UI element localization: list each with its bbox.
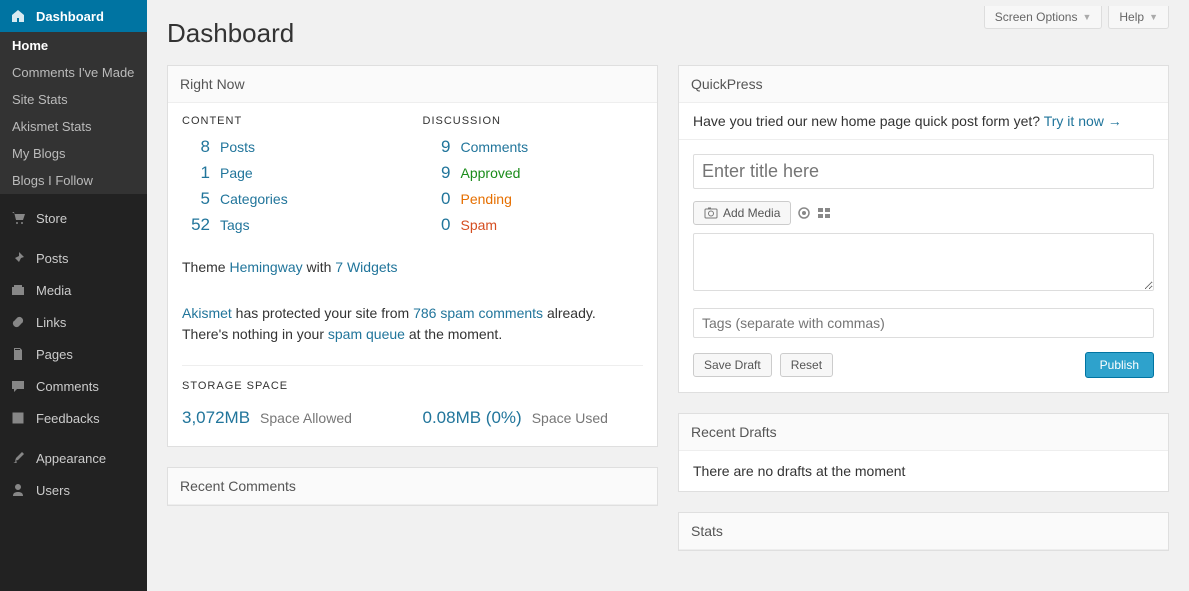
stat-posts[interactable]: 8Posts: [182, 137, 403, 157]
sidebar-sub-comments-made[interactable]: Comments I've Made: [0, 59, 147, 86]
add-media-button[interactable]: Add Media: [693, 201, 791, 225]
try-it-now-link[interactable]: Try it now →: [1044, 113, 1122, 129]
quickpress-box: QuickPress Have you tried our new home p…: [678, 65, 1169, 393]
pin-icon: [10, 250, 30, 266]
sidebar-item-links[interactable]: Links: [0, 306, 147, 338]
admin-sidebar: Dashboard Home Comments I've Made Site S…: [0, 0, 147, 591]
sidebar-item-dashboard[interactable]: Dashboard: [0, 0, 147, 32]
page-icon: [10, 346, 30, 362]
sidebar-item-appearance[interactable]: Appearance: [0, 442, 147, 474]
theme-link[interactable]: Hemingway: [229, 259, 302, 275]
recent-comments-box: Recent Comments: [167, 467, 658, 506]
sidebar-sub-my-blogs[interactable]: My Blogs: [0, 140, 147, 167]
sidebar-sub-akismet-stats[interactable]: Akismet Stats: [0, 113, 147, 140]
brush-icon: [10, 450, 30, 466]
sidebar-sub-blogs-follow[interactable]: Blogs I Follow: [0, 167, 147, 194]
sidebar-item-feedbacks[interactable]: Feedbacks: [0, 402, 147, 434]
sidebar-label: Users: [36, 483, 70, 498]
right-now-heading: Right Now: [168, 66, 657, 103]
sidebar-label: Links: [36, 315, 66, 330]
sidebar-label: Appearance: [36, 451, 106, 466]
theme-line: Theme Hemingway with 7 Widgets: [182, 259, 643, 275]
stats-box: Stats: [678, 512, 1169, 551]
sidebar-label: Feedbacks: [36, 411, 100, 426]
sidebar-item-posts[interactable]: Posts: [0, 242, 147, 274]
stat-categories[interactable]: 5Categories: [182, 189, 403, 209]
storage-heading: STORAGE SPACE: [182, 380, 643, 392]
akismet-summary: Akismet has protected your site from 786…: [182, 303, 643, 345]
stat-approved[interactable]: 9Approved: [423, 163, 644, 183]
chevron-down-icon: ▼: [1149, 12, 1158, 22]
stats-heading: Stats: [679, 513, 1168, 550]
stat-comments[interactable]: 9Comments: [423, 137, 644, 157]
sidebar-sub-site-stats[interactable]: Site Stats: [0, 86, 147, 113]
sidebar-label: Media: [36, 283, 71, 298]
link-icon: [10, 314, 30, 330]
sidebar-label: Pages: [36, 347, 73, 362]
quickpress-heading: QuickPress: [679, 66, 1168, 103]
screen-options-label: Screen Options: [995, 10, 1078, 24]
sidebar-label: Dashboard: [36, 9, 104, 24]
cart-icon: [10, 210, 30, 226]
sidebar-label: Store: [36, 211, 67, 226]
sidebar-item-users[interactable]: Users: [0, 474, 147, 506]
spam-queue-link[interactable]: spam queue: [328, 326, 405, 342]
recent-drafts-empty: There are no drafts at the moment: [679, 451, 1168, 491]
screen-options-button[interactable]: Screen Options ▼: [984, 6, 1103, 29]
reset-button[interactable]: Reset: [780, 353, 833, 377]
comment-icon: [10, 378, 30, 394]
sidebar-submenu: Home Comments I've Made Site Stats Akism…: [0, 32, 147, 194]
stat-page[interactable]: 1Page: [182, 163, 403, 183]
sidebar-label: Comments: [36, 379, 99, 394]
sidebar-item-store[interactable]: Store: [0, 202, 147, 234]
right-now-box: Right Now CONTENT 8Posts 1Page 5Categori…: [167, 65, 658, 447]
quickpress-tags-input[interactable]: [693, 308, 1154, 338]
circle-icon[interactable]: [797, 206, 811, 220]
save-draft-button[interactable]: Save Draft: [693, 353, 772, 377]
sidebar-label: Posts: [36, 251, 69, 266]
user-icon: [10, 482, 30, 498]
akismet-link[interactable]: Akismet: [182, 305, 232, 321]
discussion-heading: DISCUSSION: [423, 115, 644, 127]
sidebar-item-media[interactable]: Media: [0, 274, 147, 306]
storage-used: 0.08MB (0%) Space Used: [423, 408, 644, 428]
help-button[interactable]: Help ▼: [1108, 6, 1169, 29]
camera-icon: [704, 206, 718, 220]
chevron-down-icon: ▼: [1082, 12, 1091, 22]
media-icon: [10, 282, 30, 298]
recent-drafts-box: Recent Drafts There are no drafts at the…: [678, 413, 1169, 492]
storage-allowed: 3,072MB Space Allowed: [182, 408, 403, 428]
spam-count-link[interactable]: 786 spam comments: [413, 305, 543, 321]
stat-tags[interactable]: 52Tags: [182, 215, 403, 235]
sidebar-item-comments[interactable]: Comments: [0, 370, 147, 402]
quickpress-content-input[interactable]: [693, 233, 1154, 291]
form-icon: [10, 410, 30, 426]
widgets-link[interactable]: 7 Widgets: [335, 259, 397, 275]
grid-icon[interactable]: [817, 206, 831, 220]
stat-pending[interactable]: 0Pending: [423, 189, 644, 209]
home-icon: [10, 8, 30, 24]
sidebar-item-pages[interactable]: Pages: [0, 338, 147, 370]
recent-drafts-heading: Recent Drafts: [679, 414, 1168, 451]
stat-spam[interactable]: 0Spam: [423, 215, 644, 235]
sidebar-sub-home[interactable]: Home: [0, 32, 147, 59]
help-label: Help: [1119, 10, 1144, 24]
quickpress-title-input[interactable]: [693, 154, 1154, 189]
publish-button[interactable]: Publish: [1085, 352, 1154, 378]
content-heading: CONTENT: [182, 115, 403, 127]
recent-comments-heading: Recent Comments: [168, 468, 657, 505]
quickpress-note: Have you tried our new home page quick p…: [679, 103, 1168, 140]
